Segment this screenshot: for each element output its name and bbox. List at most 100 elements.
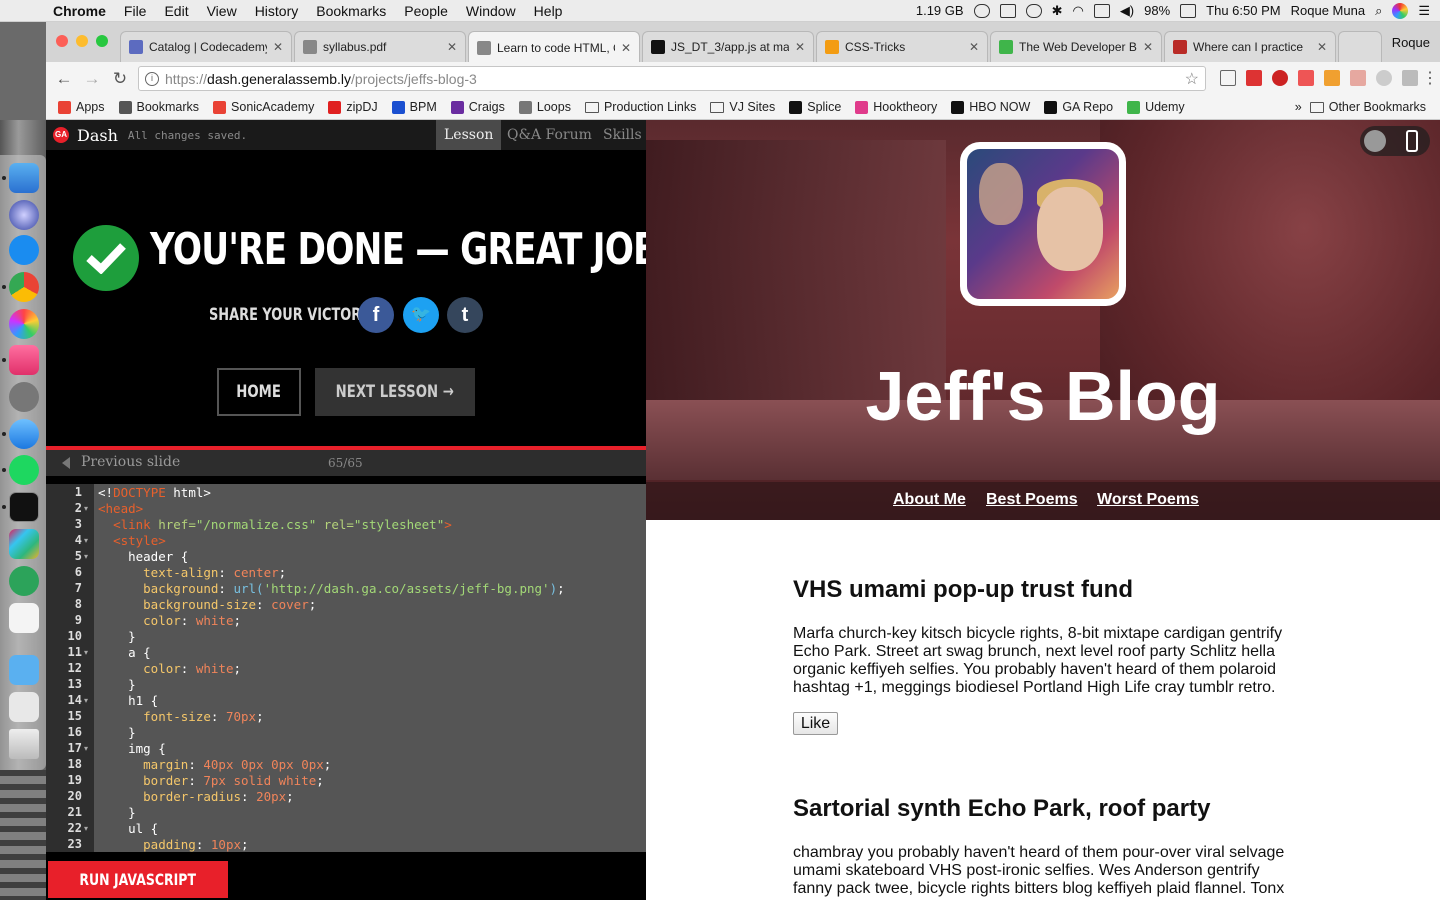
menu-app-chrome[interactable]: Chrome	[44, 3, 115, 19]
menu-people[interactable]: People	[395, 3, 457, 19]
bookmark-item[interactable]: HBO NOW	[951, 100, 1030, 114]
bookmark-item[interactable]: Craigs	[450, 100, 505, 114]
trash-icon[interactable]	[9, 729, 39, 759]
bookmark-item[interactable]: Production Links	[584, 100, 696, 114]
airplay-icon[interactable]	[1093, 3, 1110, 18]
browser-tab[interactable]: Learn to code HTML, CSS ✕	[468, 31, 640, 63]
close-window-icon[interactable]	[56, 35, 68, 47]
fold-chevron-icon[interactable]: ▾	[84, 536, 88, 545]
extension-icon[interactable]	[1350, 70, 1366, 86]
fold-chevron-icon[interactable]: ▾	[84, 824, 88, 833]
close-tab-icon[interactable]: ✕	[795, 40, 805, 54]
browser-tab[interactable]: JS_DT_3/app.js at master ✕	[642, 31, 814, 62]
ga-logo-icon[interactable]: GA	[53, 127, 69, 143]
menu-help[interactable]: Help	[525, 3, 572, 19]
adblock-icon[interactable]	[1272, 70, 1288, 86]
status-icon[interactable]	[973, 3, 990, 18]
siri-icon[interactable]	[9, 200, 39, 230]
menu-bookmarks[interactable]: Bookmarks	[307, 3, 395, 19]
facebook-icon[interactable]: f	[358, 297, 394, 333]
nav-worst-poems[interactable]: Worst Poems	[1097, 491, 1199, 509]
atom-icon[interactable]	[9, 566, 39, 596]
nav-best-poems[interactable]: Best Poems	[986, 491, 1078, 509]
chrome-icon[interactable]	[9, 272, 39, 302]
close-tab-icon[interactable]: ✕	[447, 40, 457, 54]
close-tab-icon[interactable]: ✕	[1317, 40, 1327, 54]
minimize-window-icon[interactable]	[76, 35, 88, 47]
tab-skills[interactable]: Skills	[595, 120, 650, 150]
fold-chevron-icon[interactable]: ▾	[84, 744, 88, 753]
battery-percent[interactable]: 98%	[1144, 3, 1170, 18]
address-bar[interactable]: i https://dash.generalassemb.ly/projects…	[138, 66, 1206, 91]
zoom-window-icon[interactable]	[96, 35, 108, 47]
siri-icon[interactable]	[1392, 2, 1409, 19]
textedit-icon[interactable]	[9, 603, 39, 633]
itunes-icon[interactable]	[9, 345, 39, 375]
memory-readout[interactable]: 1.19 GB	[916, 3, 964, 18]
fold-chevron-icon[interactable]: ▾	[84, 696, 88, 705]
volume-icon[interactable]: ◀)	[1120, 3, 1134, 19]
device-preview-toggle[interactable]	[1360, 126, 1430, 156]
fold-chevron-icon[interactable]: ▾	[84, 504, 88, 513]
tab-qa-forum[interactable]: Q&A Forum	[499, 120, 600, 150]
system-preferences-icon[interactable]	[9, 382, 39, 412]
bookmark-item[interactable]: GA Repo	[1044, 100, 1113, 114]
menu-edit[interactable]: Edit	[155, 3, 197, 19]
fold-chevron-icon[interactable]: ▾	[84, 648, 88, 657]
spotlight-search-icon[interactable]: ⌕	[1375, 3, 1382, 19]
bookmark-item[interactable]: Hooktheory	[855, 100, 937, 114]
extension-icon[interactable]	[1298, 70, 1314, 86]
profile-name[interactable]: Roque	[1392, 35, 1430, 50]
previous-arrow-icon[interactable]	[62, 457, 70, 469]
cloud-icon[interactable]	[1376, 70, 1392, 86]
bookmark-item[interactable]: Udemy	[1127, 100, 1185, 114]
menu-window[interactable]: Window	[457, 3, 525, 19]
home-button[interactable]: HOME	[217, 368, 301, 416]
bookmark-star-icon[interactable]: ☆	[1185, 69, 1199, 89]
slack-icon[interactable]	[9, 529, 39, 559]
browser-tab[interactable]: The Web Developer Bootcamp ✕	[990, 31, 1162, 62]
forward-arrow-icon[interactable]: →	[78, 69, 106, 89]
bookmark-item[interactable]: Bookmarks	[118, 100, 199, 114]
bookmark-item[interactable]: Splice	[789, 100, 841, 114]
close-tab-icon[interactable]: ✕	[1143, 40, 1153, 54]
menu-file[interactable]: File	[115, 3, 156, 19]
display-icon[interactable]	[999, 3, 1016, 18]
next-lesson-button[interactable]: NEXT LESSON →	[315, 368, 475, 416]
site-info-icon[interactable]: i	[145, 71, 159, 86]
close-tab-icon[interactable]: ✕	[969, 40, 979, 54]
reload-icon[interactable]: ↻	[106, 69, 134, 89]
bookmark-item[interactable]: VJ Sites	[710, 100, 775, 114]
run-javascript-button[interactable]: RUN JAVASCRIPT	[48, 861, 228, 898]
terminal-icon[interactable]	[9, 492, 39, 522]
more-bookmarks-chevron-icon[interactable]: »	[1295, 100, 1302, 114]
bluetooth-icon[interactable]: ✱	[1052, 3, 1063, 19]
browser-tab[interactable]: CSS-Tricks ✕	[816, 31, 988, 62]
like-button[interactable]: Like	[793, 712, 838, 735]
close-tab-icon[interactable]: ✕	[621, 41, 631, 55]
code-editor[interactable]: 1 2 ▾ 3 4 ▾ 5 ▾ 6 7 8 9 10 11 ▾ 12 13 14 ▾ 15 16 17 ▾ 18 19 20 21 2…	[46, 484, 646, 852]
browser-tab[interactable]: syllabus.pdf ✕	[294, 31, 466, 62]
downloads-stack-icon[interactable]	[9, 692, 39, 722]
messages-icon[interactable]	[9, 419, 39, 449]
twitter-icon[interactable]: 🐦	[403, 297, 439, 333]
previous-slide-link[interactable]: Previous slide	[81, 454, 180, 470]
finder-icon[interactable]	[9, 163, 39, 193]
menu-view[interactable]: View	[198, 3, 246, 19]
browser-tab[interactable]: Catalog | Codecademy ✕	[120, 31, 292, 62]
cast-icon[interactable]	[1220, 70, 1236, 86]
extension-icon[interactable]	[1324, 70, 1340, 86]
back-arrow-icon[interactable]: ←	[50, 69, 78, 89]
time-machine-icon[interactable]	[1025, 3, 1042, 18]
chrome-menu-icon[interactable]: ⋮	[1422, 68, 1438, 88]
battery-icon[interactable]	[1180, 3, 1197, 18]
applications-folder-icon[interactable]	[9, 655, 39, 685]
menu-history[interactable]: History	[246, 3, 308, 19]
tumblr-icon[interactable]: t	[447, 297, 483, 333]
close-tab-icon[interactable]: ✕	[273, 40, 283, 54]
clock[interactable]: Thu 6:50 PM	[1206, 3, 1280, 18]
other-bookmarks[interactable]: Other Bookmarks	[1309, 100, 1426, 114]
app-store-icon[interactable]	[9, 235, 39, 265]
bookmark-item[interactable]: zipDJ	[328, 100, 378, 114]
browser-tab[interactable]: Where can I practice ✕	[1164, 31, 1336, 62]
